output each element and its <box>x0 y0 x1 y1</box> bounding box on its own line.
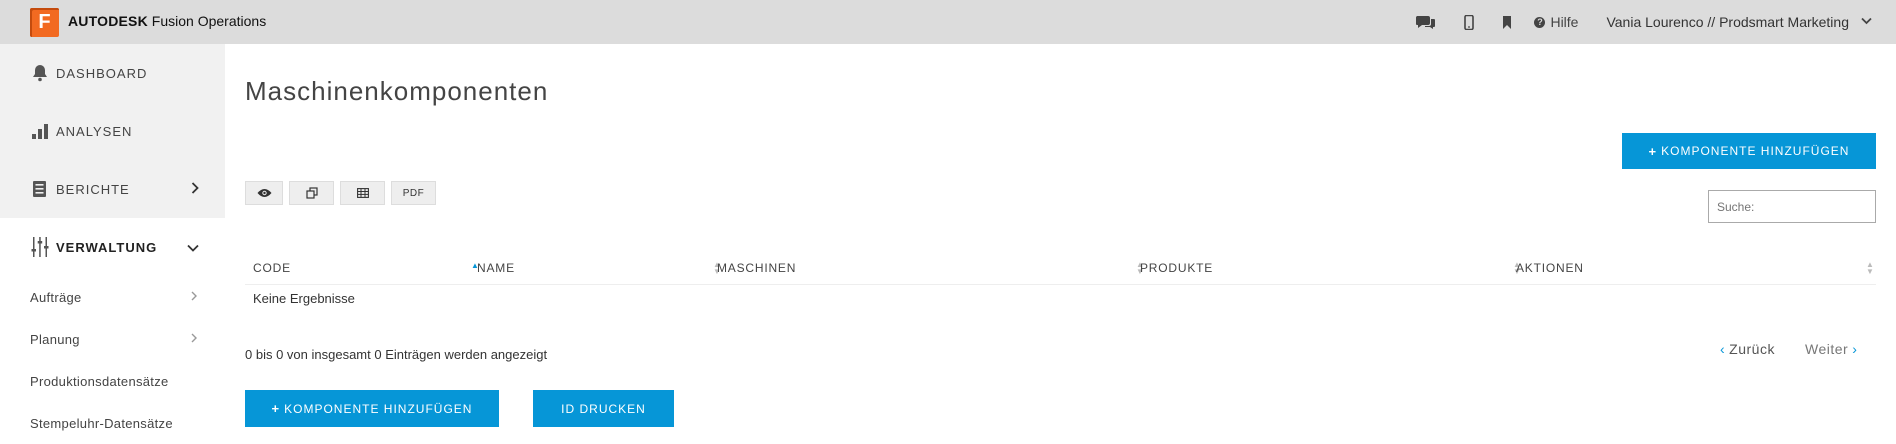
brand-product: Fusion Operations <box>151 13 267 29</box>
sidebar-item-berichte[interactable]: BERICHTE <box>0 160 225 218</box>
column-header-maschinen[interactable]: MASCHINEN <box>717 251 796 285</box>
verwaltung-submenu: Aufträge Planung Produktionsdatensätze S… <box>0 276 225 444</box>
add-component-label: KOMPONENTE HINZUFÜGEN <box>1661 144 1850 158</box>
subitem-label: Planung <box>30 331 80 347</box>
chevron-down-icon <box>1861 16 1872 28</box>
print-id-button[interactable]: ID DRUCKEN <box>533 390 674 427</box>
next-label: Weiter <box>1805 341 1849 357</box>
sidebar-item-label: DASHBOARD <box>56 65 148 81</box>
csv-export-button[interactable] <box>340 181 385 205</box>
sidebar-item-verwaltung[interactable]: VERWALTUNG <box>0 218 225 276</box>
mobile-icon[interactable] <box>1464 14 1475 30</box>
pdf-label: PDF <box>402 187 425 199</box>
brand-name[interactable]: AUTODESK Fusion Operations <box>68 13 266 29</box>
sidebar-subitem-planung[interactable]: Planung <box>0 318 225 360</box>
plus-icon: + <box>271 401 281 416</box>
chevron-right-icon <box>191 333 197 346</box>
chevron-left-icon: ‹ <box>1720 341 1726 357</box>
fusion-logo[interactable]: F <box>30 8 59 37</box>
chevron-down-icon <box>187 239 199 255</box>
top-right-controls: ? Hilfe Vania Lourenco // Prodsmart Mark… <box>1388 0 1872 44</box>
sidebar-subitem-produktionsdatensaetze[interactable]: Produktionsdatensätze <box>0 360 225 402</box>
chevron-right-icon <box>191 181 199 197</box>
bookmark-icon[interactable] <box>1502 15 1512 29</box>
subitem-label: Stempeluhr-Datensätze <box>30 415 173 431</box>
subitem-label: Aufträge <box>30 289 82 305</box>
search-input[interactable] <box>1708 190 1876 223</box>
column-label: AKTIONEN <box>1516 261 1584 275</box>
column-label: NAME <box>477 261 515 275</box>
sidebar-subitem-auftraege[interactable]: Aufträge <box>0 276 225 318</box>
bell-icon <box>30 63 50 83</box>
column-label: MASCHINEN <box>717 261 797 275</box>
sliders-icon <box>30 237 50 257</box>
copy-icon <box>305 187 318 199</box>
table-icon <box>356 188 369 198</box>
column-header-aktionen[interactable]: AKTIONEN <box>1516 251 1584 285</box>
sidebar-item-label: BERICHTE <box>56 181 130 197</box>
top-bar: F AUTODESK Fusion Operations ? Hilfe Van… <box>0 0 1896 44</box>
sidebar: DASHBOARD ANALYSEN BERICHTE VERWALTUNG A… <box>0 44 225 444</box>
eye-icon <box>257 189 271 197</box>
print-id-label: ID DRUCKEN <box>561 401 646 416</box>
report-icon <box>30 179 50 199</box>
column-label: PRODUKTE <box>1140 261 1214 275</box>
add-component-label: KOMPONENTE HINZUFÜGEN <box>284 401 473 416</box>
help-link[interactable]: ? Hilfe <box>1534 14 1578 30</box>
help-label: Hilfe <box>1550 14 1579 30</box>
chat-icon[interactable] <box>1416 14 1436 30</box>
sidebar-item-analysen[interactable]: ANALYSEN <box>0 102 225 160</box>
user-menu[interactable]: Vania Lourenco // Prodsmart Marketing <box>1606 14 1872 30</box>
table-info: 0 bis 0 von insgesamt 0 Einträgen werden… <box>245 347 548 362</box>
sidebar-item-label: ANALYSEN <box>56 123 133 139</box>
bar-chart-icon <box>30 121 50 141</box>
prev-label: Zurück <box>1729 341 1775 357</box>
pagination-prev[interactable]: ‹ Zurück <box>1720 341 1775 357</box>
logo-letter: F <box>38 11 51 33</box>
plus-icon: + <box>1648 143 1658 159</box>
empty-table-message: Keine Ergebnisse <box>253 291 355 306</box>
copy-button[interactable] <box>289 181 334 205</box>
column-header-code[interactable]: CODE <box>253 251 291 285</box>
sidebar-item-dashboard[interactable]: DASHBOARD <box>0 44 225 102</box>
pdf-export-button[interactable]: PDF <box>391 181 436 205</box>
page-title: Maschinenkomponenten <box>245 76 549 106</box>
main-content: Maschinenkomponenten + KOMPONENTE HINZUF… <box>225 44 1896 438</box>
add-component-button-bottom[interactable]: + KOMPONENTE HINZUFÜGEN <box>245 390 499 427</box>
table-tools: PDF <box>245 181 436 205</box>
question-icon: ? <box>1534 16 1546 28</box>
brand-bold: AUTODESK <box>68 13 148 29</box>
sort-icon[interactable]: ▲ ▼ <box>1866 261 1874 276</box>
table-header: CODE ▲ NAME ▲ ▼ MASCHINEN ▲ ▼ PRODUKTE ▲ ▼ … <box>245 251 1876 285</box>
add-component-button-top[interactable]: + KOMPONENTE HINZUFÜGEN <box>1622 133 1876 169</box>
subitem-label: Produktionsdatensätze <box>30 373 169 389</box>
column-header-produkte[interactable]: PRODUKTE <box>1140 251 1213 285</box>
column-visibility-button[interactable] <box>245 181 283 205</box>
column-label: CODE <box>253 261 291 275</box>
chevron-right-icon <box>191 291 197 304</box>
sidebar-item-label: VERWALTUNG <box>56 239 158 255</box>
user-label: Vania Lourenco // Prodsmart Marketing <box>1606 14 1849 30</box>
column-header-name[interactable]: NAME <box>477 251 515 285</box>
chevron-right-icon: › <box>1852 341 1858 357</box>
pagination-next[interactable]: Weiter › <box>1805 341 1857 357</box>
